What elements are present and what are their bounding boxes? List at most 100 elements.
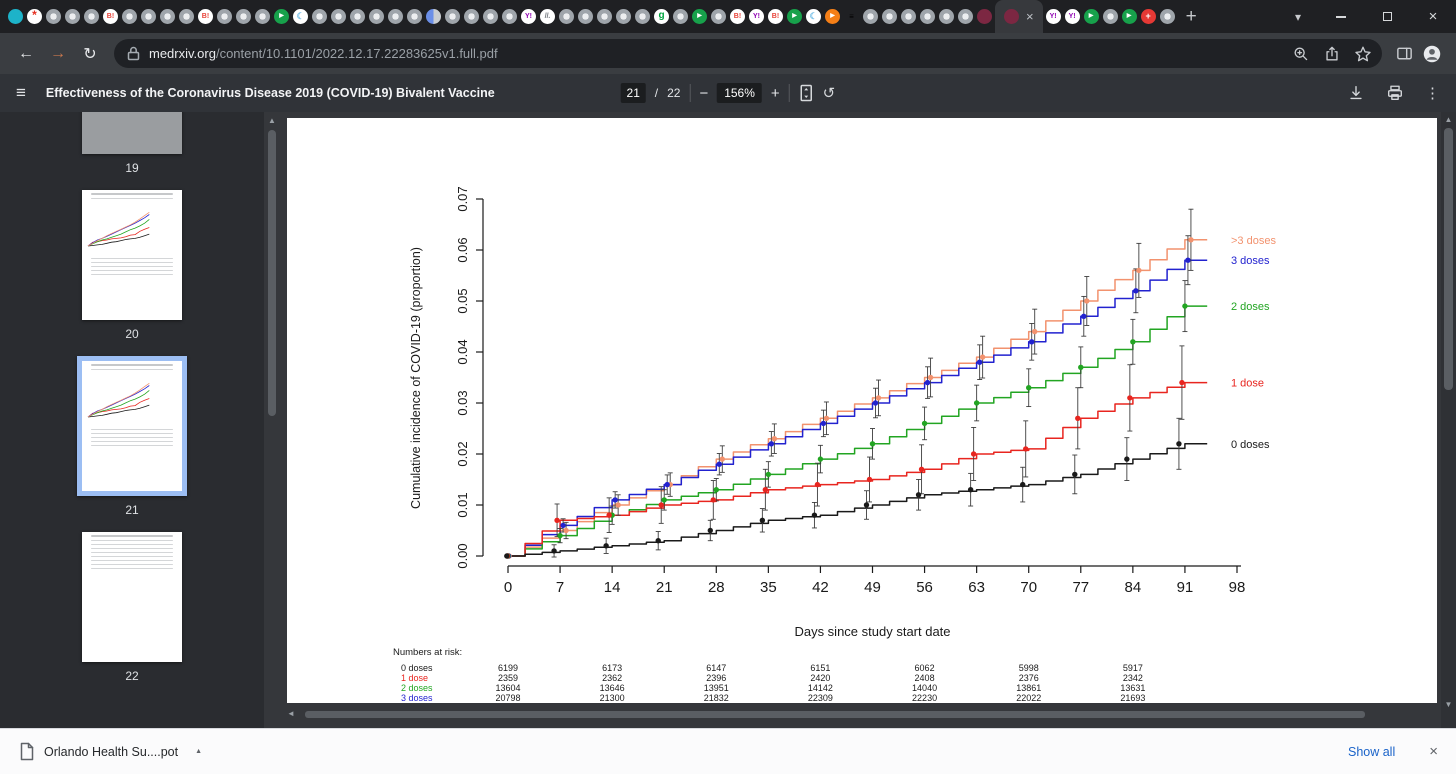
tab-search-chevron-icon[interactable]: ▾ xyxy=(1278,10,1318,24)
pinned-tab[interactable] xyxy=(861,3,880,30)
pinned-tab[interactable] xyxy=(405,3,424,30)
omnibox[interactable]: medrxiv.org/content/10.1101/2022.12.17.2… xyxy=(114,39,1382,68)
pinned-tab[interactable] xyxy=(386,3,405,30)
thumbnail-page-22[interactable]: 22 xyxy=(82,532,182,698)
pinned-tab[interactable]: * xyxy=(25,3,44,30)
downloads-bar-close-icon[interactable]: × xyxy=(1429,743,1438,760)
pinned-tab[interactable] xyxy=(310,3,329,30)
zoom-out-button[interactable]: − xyxy=(699,85,708,102)
reload-button[interactable]: ↻ xyxy=(74,38,106,70)
pinned-tab[interactable] xyxy=(424,3,443,30)
pinned-tab[interactable] xyxy=(177,3,196,30)
pinned-tab[interactable] xyxy=(481,3,500,30)
pinned-tab[interactable] xyxy=(937,3,956,30)
downloaded-file-chip[interactable]: Orlando Health Su....pot ▲ xyxy=(18,742,202,761)
pinned-tab[interactable] xyxy=(956,3,975,30)
svg-text:13951: 13951 xyxy=(704,683,729,693)
scroll-up-icon[interactable]: ▲ xyxy=(1441,115,1456,124)
pinned-tab[interactable]: Y! xyxy=(1044,3,1063,30)
pinned-tab[interactable]: ☾ xyxy=(804,3,823,30)
pinned-tab[interactable]: Y! xyxy=(747,3,766,30)
horizontal-scrollbar-thumb[interactable] xyxy=(304,710,1365,718)
download-button[interactable] xyxy=(1347,84,1365,102)
pinned-tab[interactable] xyxy=(443,3,462,30)
show-all-button[interactable]: Show all xyxy=(1348,745,1395,759)
pinned-tab[interactable] xyxy=(215,3,234,30)
scroll-left-icon[interactable]: ◄ xyxy=(287,709,295,719)
vertical-scrollbar-thumb[interactable] xyxy=(1444,128,1453,390)
pinned-tab[interactable] xyxy=(975,3,994,30)
file-caret-up-icon[interactable]: ▲ xyxy=(195,748,202,755)
page-number-input[interactable]: 21 xyxy=(620,83,646,103)
pinned-tab[interactable] xyxy=(139,3,158,30)
pinned-tab[interactable] xyxy=(44,3,63,30)
pinned-tab[interactable]: g xyxy=(652,3,671,30)
pinned-tab[interactable]: ▶ xyxy=(1120,3,1139,30)
pinned-tab[interactable] xyxy=(63,3,82,30)
active-tab[interactable]: × xyxy=(995,0,1043,33)
pinned-tab[interactable] xyxy=(6,3,25,30)
pinned-tab[interactable] xyxy=(614,3,633,30)
rotate-button[interactable]: ↺ xyxy=(823,86,836,101)
scroll-up-icon[interactable]: ▲ xyxy=(266,116,278,126)
pinned-tab[interactable]: Y! xyxy=(519,3,538,30)
sidebar-scrollbar-thumb[interactable] xyxy=(268,130,276,416)
bookmark-button[interactable] xyxy=(1349,40,1377,68)
new-tab-button[interactable]: + xyxy=(1186,7,1197,26)
pinned-tab[interactable]: ll. xyxy=(538,3,557,30)
pinned-tab[interactable] xyxy=(557,3,576,30)
minimize-button[interactable] xyxy=(1318,0,1364,33)
pinned-tab[interactable]: ▶ xyxy=(272,3,291,30)
pinned-tab[interactable]: ▶ xyxy=(823,3,842,30)
pinned-tab[interactable] xyxy=(462,3,481,30)
profile-avatar[interactable] xyxy=(1418,40,1446,68)
pinned-tab[interactable] xyxy=(253,3,272,30)
pinned-tab[interactable] xyxy=(576,3,595,30)
pinned-tab[interactable] xyxy=(82,3,101,30)
pinned-tab[interactable]: ▶ xyxy=(785,3,804,30)
pinned-tab[interactable] xyxy=(234,3,253,30)
pinned-tab[interactable] xyxy=(158,3,177,30)
print-button[interactable] xyxy=(1386,84,1404,102)
thumbnail-page-21[interactable]: 21 xyxy=(77,356,187,532)
pinned-tab[interactable] xyxy=(671,3,690,30)
pinned-tab[interactable] xyxy=(348,3,367,30)
thumbnail-page-19[interactable]: 19 xyxy=(82,112,182,190)
pinned-tab[interactable]: ≡ xyxy=(842,3,861,30)
side-panel-button[interactable] xyxy=(1390,40,1418,68)
pinned-tab[interactable] xyxy=(880,3,899,30)
thumbnail-page-20[interactable]: 20 xyxy=(82,190,182,356)
zoom-in-button[interactable]: + xyxy=(771,85,780,102)
window-close-button[interactable]: × xyxy=(1410,0,1456,33)
pinned-tab[interactable]: ▶ xyxy=(690,3,709,30)
pinned-tab[interactable]: ☾ xyxy=(291,3,310,30)
pinned-tab[interactable] xyxy=(918,3,937,30)
tab-close-icon[interactable]: × xyxy=(1026,10,1034,23)
pinned-tab[interactable]: Y! xyxy=(1063,3,1082,30)
pinned-tab[interactable] xyxy=(1101,3,1120,30)
pinned-tab[interactable] xyxy=(500,3,519,30)
share-button[interactable] xyxy=(1318,40,1346,68)
pinned-tab[interactable] xyxy=(899,3,918,30)
fit-page-button[interactable] xyxy=(799,84,814,102)
pinned-tab[interactable]: + xyxy=(1139,3,1158,30)
more-options-button[interactable]: ⋮ xyxy=(1425,84,1440,102)
pinned-tab[interactable]: B! xyxy=(728,3,747,30)
pinned-tab[interactable] xyxy=(633,3,652,30)
zoom-page-button[interactable] xyxy=(1287,40,1315,68)
pinned-tab[interactable] xyxy=(595,3,614,30)
forward-button[interactable]: → xyxy=(42,38,74,70)
pinned-tab[interactable]: B! xyxy=(196,3,215,30)
maximize-button[interactable] xyxy=(1364,0,1410,33)
pinned-tab[interactable] xyxy=(367,3,386,30)
back-button[interactable]: ← xyxy=(10,38,42,70)
pinned-tab[interactable] xyxy=(329,3,348,30)
scroll-down-icon[interactable]: ▼ xyxy=(1441,700,1456,709)
pinned-tab[interactable]: B! xyxy=(766,3,785,30)
pinned-tab[interactable]: ▶ xyxy=(1082,3,1101,30)
pinned-tab[interactable] xyxy=(120,3,139,30)
pinned-tab[interactable] xyxy=(1158,3,1177,30)
pinned-tab[interactable] xyxy=(709,3,728,30)
pinned-tab[interactable]: B! xyxy=(101,3,120,30)
pdf-menu-icon[interactable]: ≡ xyxy=(16,83,26,103)
